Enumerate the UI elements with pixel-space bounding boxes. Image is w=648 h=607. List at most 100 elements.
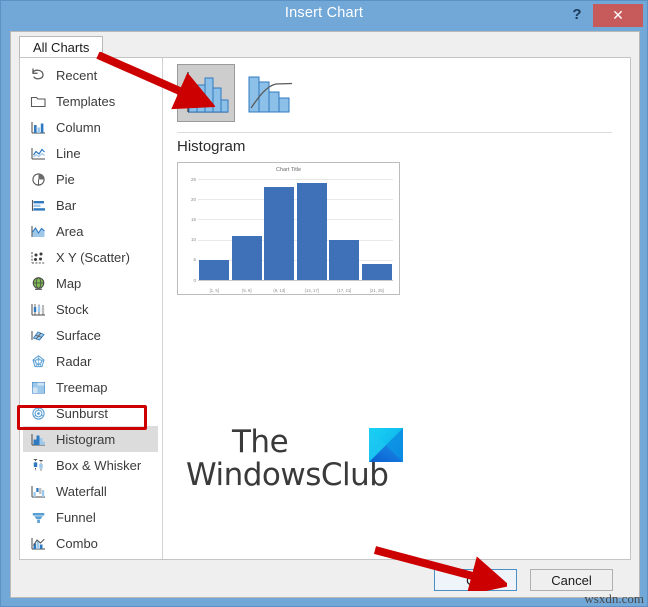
- preview-y-tick-label: 5: [193, 257, 196, 263]
- sunburst-icon: [27, 403, 49, 423]
- preview-bar: [199, 259, 230, 280]
- preview-bar: [231, 235, 262, 280]
- sidebar-item-label: Column: [56, 119, 101, 135]
- preview-gridline: [198, 219, 393, 221]
- sidebar-item-label: Histogram: [56, 431, 116, 447]
- sidebar-item-box-whisker[interactable]: Box & Whisker: [20, 452, 162, 478]
- thumbnail-divider: [177, 132, 612, 133]
- sidebar-item-area[interactable]: Area: [20, 218, 162, 244]
- preview-bar: [296, 183, 327, 280]
- preview-x-axis-line: [198, 280, 393, 281]
- tab-all-charts[interactable]: All Charts: [19, 36, 104, 58]
- treemap-icon: [27, 377, 49, 397]
- map-globe-icon: [27, 273, 49, 293]
- sidebar-item-label: Waterfall: [56, 483, 107, 499]
- help-button[interactable]: ?: [566, 3, 588, 27]
- sidebar-item-label: Pie: [56, 171, 75, 187]
- content-panel: Recent Templates Column Line Pie Bar Are…: [19, 57, 631, 560]
- preview-y-tick-label: 0: [193, 277, 196, 283]
- close-button[interactable]: ✕: [593, 4, 643, 27]
- stock-chart-icon: [27, 299, 49, 319]
- recent-clock-icon: [27, 65, 49, 85]
- preview-gridline: [198, 199, 393, 201]
- preview-gridline: [198, 239, 393, 241]
- preview-x-tick-label: (5, 9]: [241, 288, 252, 293]
- area-chart-icon: [27, 221, 49, 241]
- sidebar-item-line[interactable]: Line: [20, 140, 162, 166]
- insert-chart-dialog: Insert Chart ? ✕ All Charts Recent Templ…: [0, 0, 648, 607]
- sidebar-item-combo[interactable]: Combo: [20, 530, 162, 556]
- preview-pane: Histogram Chart Title 0 5 10 15 20 25 [1, 5] (…: [163, 58, 630, 559]
- sidebar-item-label: Funnel: [56, 509, 96, 525]
- column-chart-icon: [27, 117, 49, 137]
- preview-y-tick-label: 10: [190, 237, 196, 243]
- sidebar-item-label: X Y (Scatter): [56, 249, 130, 265]
- waterfall-icon: [27, 481, 49, 501]
- sidebar-item-surface[interactable]: Surface: [20, 322, 162, 348]
- dialog-button-bar: OK Cancel: [11, 560, 639, 597]
- dialog-title: Insert Chart: [284, 5, 364, 21]
- sidebar-item-map[interactable]: Map: [20, 270, 162, 296]
- sidebar-item-label: Area: [56, 223, 84, 239]
- chart-type-list[interactable]: Recent Templates Column Line Pie Bar Are…: [20, 58, 163, 559]
- sidebar-item-label: Bar: [56, 197, 77, 213]
- funnel-icon: [27, 507, 49, 527]
- chart-name-heading: Histogram: [177, 138, 246, 155]
- sidebar-item-histogram[interactable]: Histogram: [23, 426, 158, 452]
- subtype-thumbnail-pareto[interactable]: [239, 64, 297, 122]
- preview-y-tick-label: 25: [190, 176, 196, 182]
- preview-bar: [264, 187, 295, 280]
- preview-x-tick-label: (21, 25]: [369, 288, 384, 293]
- subtype-thumbnail-histogram[interactable]: [177, 64, 235, 122]
- scatter-chart-icon: [27, 247, 49, 267]
- line-chart-icon: [27, 143, 49, 163]
- sidebar-item-waterfall[interactable]: Waterfall: [20, 478, 162, 504]
- sidebar-item-label: Treemap: [56, 379, 108, 395]
- ok-button[interactable]: OK: [434, 569, 517, 591]
- site-credit: wsxdn.com: [584, 591, 644, 606]
- sidebar-item-label: Combo: [56, 535, 98, 551]
- sidebar-item-bar[interactable]: Bar: [20, 192, 162, 218]
- sidebar-item-label: Templates: [56, 93, 116, 109]
- histogram-icon: [27, 429, 49, 449]
- sidebar-item-label: Box & Whisker: [56, 457, 142, 473]
- sidebar-item-label: Stock: [56, 301, 89, 317]
- folder-icon: [27, 91, 49, 111]
- radar-chart-icon: [27, 351, 49, 371]
- sidebar-item-templates[interactable]: Templates: [20, 88, 162, 114]
- sidebar-item-stock[interactable]: Stock: [20, 296, 162, 322]
- cancel-button[interactable]: Cancel: [530, 569, 613, 591]
- preview-y-tick-label: 20: [190, 196, 196, 202]
- sidebar-item-recent[interactable]: Recent: [20, 62, 162, 88]
- bar-chart-icon: [27, 195, 49, 215]
- tab-strip: All Charts: [11, 32, 639, 58]
- preview-gridline: [198, 179, 393, 180]
- dialog-client-area: All Charts Recent Templates Column Line …: [10, 31, 640, 598]
- sidebar-item-label: Recent: [56, 67, 98, 83]
- sidebar-item-pie[interactable]: Pie: [20, 166, 162, 192]
- preview-x-tick-label: (9, 13]: [273, 288, 286, 293]
- preview-bar: [329, 239, 360, 280]
- preview-y-tick-label: 15: [190, 216, 196, 222]
- sidebar-item-label: Surface: [56, 327, 101, 343]
- sidebar-item-label: Map: [56, 275, 82, 291]
- sidebar-item-funnel[interactable]: Funnel: [20, 504, 162, 530]
- sidebar-item-radar[interactable]: Radar: [20, 348, 162, 374]
- preview-plot-area: [198, 179, 393, 281]
- preview-x-tick-label: (17, 21]: [337, 288, 352, 293]
- boxwhisker-icon: [27, 455, 49, 475]
- sidebar-item-treemap[interactable]: Treemap: [20, 374, 162, 400]
- preview-x-tick-label: (13, 17]: [304, 288, 319, 293]
- sidebar-item-label: Radar: [56, 353, 92, 369]
- combo-chart-icon: [27, 533, 49, 553]
- pie-chart-icon: [27, 169, 49, 189]
- sidebar-item-column[interactable]: Column: [20, 114, 162, 140]
- surface-chart-icon: [27, 325, 49, 345]
- sidebar-item-scatter[interactable]: X Y (Scatter): [20, 244, 162, 270]
- sidebar-item-label: Sunburst: [56, 405, 109, 421]
- preview-x-tick-label: [1, 5]: [209, 288, 219, 293]
- chart-preview-frame: Chart Title 0 5 10 15 20 25 [1, 5] (5, 9] (9, 1…: [177, 162, 400, 295]
- preview-chart-title: Chart Title: [275, 167, 302, 173]
- sidebar-item-sunburst[interactable]: Sunburst: [20, 400, 162, 426]
- sidebar-item-label: Line: [56, 145, 81, 161]
